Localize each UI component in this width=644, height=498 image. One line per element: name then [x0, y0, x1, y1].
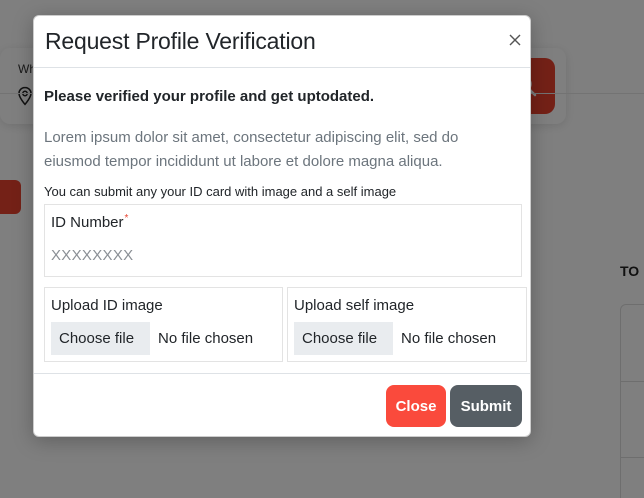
modal-header: Request Profile Verification — [34, 16, 530, 68]
id-number-input[interactable] — [51, 243, 511, 267]
upload-self-status: No file chosen — [401, 330, 497, 347]
upload-self-group: Upload self image Choose file No file ch… — [287, 287, 527, 362]
upload-hint: You can submit any your ID card with ima… — [44, 184, 397, 199]
id-number-group: ID Number* — [44, 204, 522, 277]
modal-footer: Close Submit — [34, 373, 530, 438]
required-marker: * — [124, 213, 129, 224]
close-button[interactable]: Close — [386, 385, 446, 427]
choose-self-file-button[interactable]: Choose file — [294, 322, 394, 355]
upload-id-group: Upload ID image Choose file No file chos… — [44, 287, 283, 362]
upload-self-label: Upload self image — [294, 297, 415, 314]
upload-self-file-input[interactable]: Choose file No file chosen — [294, 322, 496, 355]
modal-body: Please verified your profile and get upt… — [34, 68, 530, 373]
id-number-label-text: ID Number — [51, 214, 124, 231]
id-number-label: ID Number* — [51, 213, 129, 231]
upload-id-label: Upload ID image — [51, 297, 163, 314]
upload-id-file-input[interactable]: Choose file No file chosen — [51, 322, 253, 355]
choose-id-file-button[interactable]: Choose file — [51, 322, 151, 355]
modal-subtitle: Please verified your profile and get upt… — [44, 88, 375, 105]
modal-title: Request Profile Verification — [45, 28, 316, 54]
upload-id-status: No file chosen — [158, 330, 254, 347]
verification-modal: Request Profile Verification Please veri… — [33, 15, 531, 437]
modal-description: Lorem ipsum dolor sit amet, consectetur … — [44, 129, 459, 170]
close-icon[interactable] — [507, 32, 523, 48]
submit-button[interactable]: Submit — [450, 385, 522, 427]
